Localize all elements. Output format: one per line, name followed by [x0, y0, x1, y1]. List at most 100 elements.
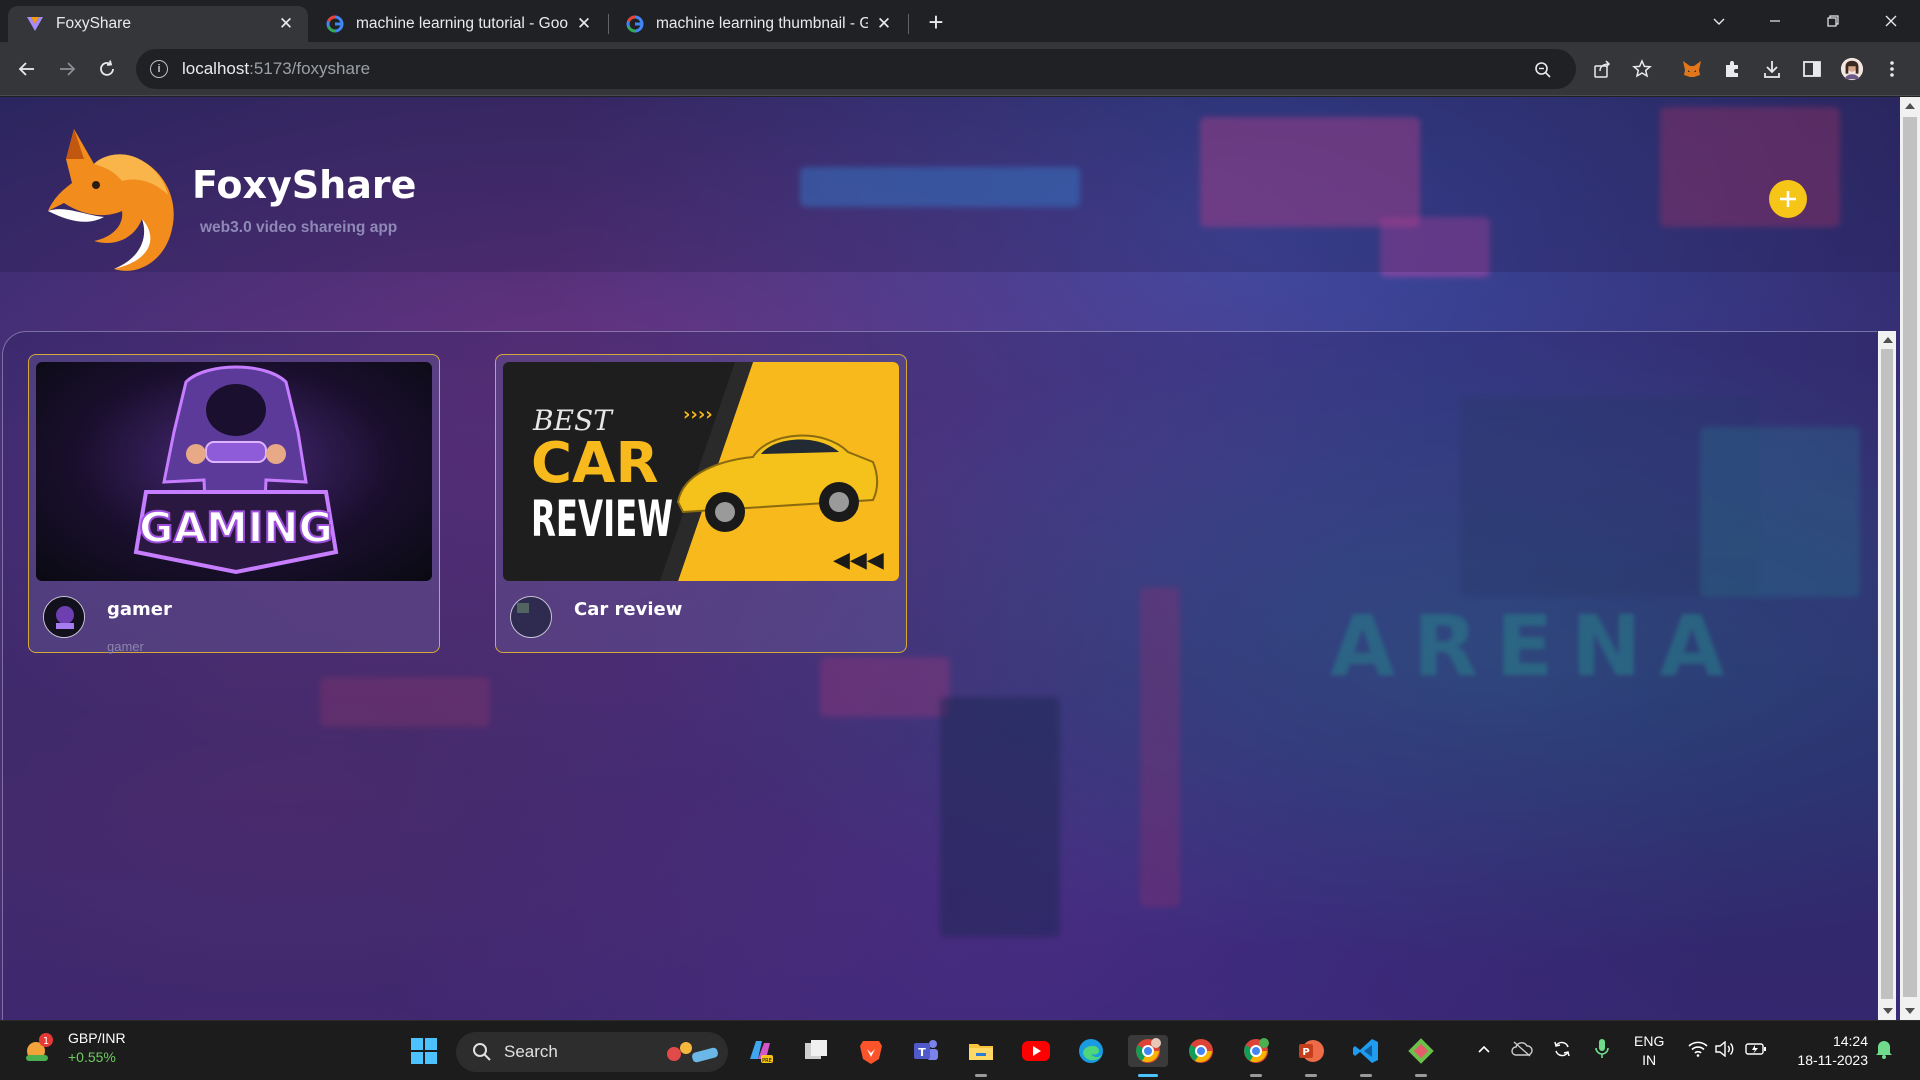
side-panel-icon[interactable]: [1800, 57, 1824, 81]
scrollbar-thumb[interactable]: [1903, 117, 1917, 997]
file-explorer-icon[interactable]: [965, 1035, 997, 1067]
video-card-gamer[interactable]: GAMING gamer gamer: [28, 354, 440, 654]
search-highlight-icon: [667, 1042, 718, 1063]
video-card-car-review[interactable]: BEST CAR REVIEW ›››› ◀◀◀ Car review: [495, 354, 907, 653]
back-icon[interactable]: [12, 54, 42, 84]
video-title[interactable]: gamer: [107, 599, 172, 620]
foxyshare-fox-logo: [44, 119, 184, 279]
active-app-indicator: [1138, 1074, 1158, 1077]
tab-foxyshare[interactable]: FoxyShare ✕: [8, 6, 308, 42]
tab-ml-tutorial[interactable]: machine learning tutorial - Goog ✕: [308, 6, 606, 42]
svg-text:››››: ››››: [683, 404, 713, 425]
windows-taskbar: 1 GBP/INR +0.55% Search PRE T P ENG IN 1…: [0, 1020, 1920, 1080]
panel-scrollbar[interactable]: [1878, 331, 1896, 1020]
notification-bell-icon[interactable]: [1872, 1033, 1896, 1065]
chrome-icon[interactable]: [1185, 1035, 1217, 1067]
video-thumbnail[interactable]: GAMING: [36, 362, 432, 581]
language-indicator[interactable]: ENG IN: [1634, 1032, 1664, 1070]
new-tab-button[interactable]: +: [922, 7, 950, 37]
scroll-down-icon[interactable]: [1905, 1008, 1915, 1014]
reload-icon[interactable]: [92, 54, 122, 84]
scroll-down-icon[interactable]: [1883, 1008, 1893, 1014]
google-favicon-icon: [326, 15, 344, 33]
svg-text:PRE: PRE: [762, 1058, 772, 1064]
tab-separator: [908, 14, 909, 34]
address-bar[interactable]: i localhost:5173/foxyshare: [136, 49, 1576, 89]
channel-avatar[interactable]: [510, 596, 552, 638]
chrome-menu-icon[interactable]: [1880, 57, 1904, 81]
close-tab-icon[interactable]: ✕: [874, 14, 894, 34]
url-host: localhost: [182, 59, 250, 78]
onedrive-offline-icon[interactable]: [1510, 1033, 1534, 1065]
restore-icon[interactable]: [1810, 4, 1856, 38]
search-label: Search: [504, 1042, 558, 1061]
page-scrollbar[interactable]: [1900, 97, 1920, 1020]
close-tab-icon[interactable]: ✕: [574, 14, 594, 34]
running-indicator: [1250, 1074, 1262, 1077]
taskbar-clock[interactable]: 14:24 18-11-2023: [1782, 1032, 1868, 1070]
scrollbar-thumb[interactable]: [1881, 349, 1893, 999]
language-code: ENG: [1634, 1033, 1665, 1049]
stock-widget[interactable]: 1 GBP/INR +0.55%: [22, 1029, 126, 1067]
notification-badge: 1: [43, 1036, 49, 1047]
chrome-profile-active-icon[interactable]: [1128, 1035, 1168, 1067]
copilot-icon[interactable]: PRE: [744, 1035, 776, 1067]
svg-text:T: T: [918, 1046, 926, 1059]
foxyshare-favicon-icon: [26, 15, 44, 33]
zoom-icon[interactable]: [1532, 59, 1554, 81]
scroll-up-icon[interactable]: [1905, 103, 1915, 109]
brave-browser-icon[interactable]: [855, 1035, 887, 1067]
running-indicator: [1360, 1074, 1372, 1077]
tab-ml-thumbnail[interactable]: machine learning thumbnail - Go ✕: [608, 6, 906, 42]
running-indicator: [1415, 1074, 1427, 1077]
clock-date: 18-11-2023: [1797, 1052, 1868, 1068]
clock-time: 14:24: [1832, 1033, 1868, 1049]
windows-start-icon[interactable]: [408, 1035, 440, 1067]
close-window-icon[interactable]: [1868, 4, 1914, 38]
ticker-change: +0.55%: [68, 1049, 116, 1065]
scroll-up-icon[interactable]: [1883, 337, 1893, 343]
chrome-profile-s-icon[interactable]: [1240, 1035, 1272, 1067]
tab-title: FoxyShare: [56, 15, 131, 32]
close-tab-icon[interactable]: ✕: [276, 14, 296, 34]
video-thumbnail[interactable]: BEST CAR REVIEW ›››› ◀◀◀: [503, 362, 899, 581]
video-title[interactable]: Car review: [574, 599, 682, 620]
tab-search-icon[interactable]: [1696, 4, 1742, 38]
minimize-icon[interactable]: [1752, 4, 1798, 38]
metamask-extension-icon[interactable]: [1680, 57, 1704, 81]
download-icon[interactable]: [1760, 57, 1784, 81]
extensions-puzzle-icon[interactable]: [1720, 57, 1744, 81]
taskbar-search[interactable]: Search: [456, 1032, 728, 1072]
tab-title: machine learning tutorial - Goog: [356, 15, 568, 32]
microphone-icon[interactable]: [1590, 1033, 1614, 1065]
show-hidden-icons-icon[interactable]: [1472, 1033, 1496, 1065]
forward-icon[interactable]: [52, 54, 82, 84]
sync-icon[interactable]: [1550, 1033, 1574, 1065]
volume-icon[interactable]: [1713, 1033, 1737, 1065]
ticker-pair: GBP/INR: [68, 1030, 126, 1046]
youtube-icon[interactable]: [1020, 1035, 1052, 1067]
task-view-icon[interactable]: [800, 1035, 832, 1067]
plus-icon: [1780, 191, 1796, 207]
browser-tab-strip: FoxyShare ✕ machine learning tutorial - …: [0, 0, 1920, 42]
app-brand-title: FoxyShare: [192, 163, 417, 207]
edge-browser-icon[interactable]: [1075, 1035, 1107, 1067]
profile-avatar-icon[interactable]: [1840, 57, 1864, 81]
bookmark-star-icon[interactable]: [1630, 57, 1654, 81]
region-code: IN: [1642, 1052, 1657, 1068]
battery-icon[interactable]: [1744, 1033, 1768, 1065]
share-icon[interactable]: [1590, 57, 1614, 81]
svg-text:P: P: [1302, 1047, 1309, 1058]
running-indicator: [975, 1074, 987, 1077]
site-info-icon[interactable]: i: [150, 60, 168, 78]
vscode-icon[interactable]: [1350, 1035, 1382, 1067]
powerpoint-icon[interactable]: P: [1295, 1035, 1327, 1067]
thumbnail-text-review: REVIEW: [531, 490, 673, 548]
add-video-button[interactable]: [1769, 180, 1807, 218]
channel-avatar[interactable]: [43, 596, 85, 638]
teams-icon[interactable]: T: [910, 1035, 942, 1067]
git-client-icon[interactable]: [1405, 1035, 1437, 1067]
wifi-icon[interactable]: [1686, 1033, 1710, 1065]
running-indicator: [1305, 1074, 1317, 1077]
app-tagline: web3.0 video shareing app: [200, 219, 398, 236]
